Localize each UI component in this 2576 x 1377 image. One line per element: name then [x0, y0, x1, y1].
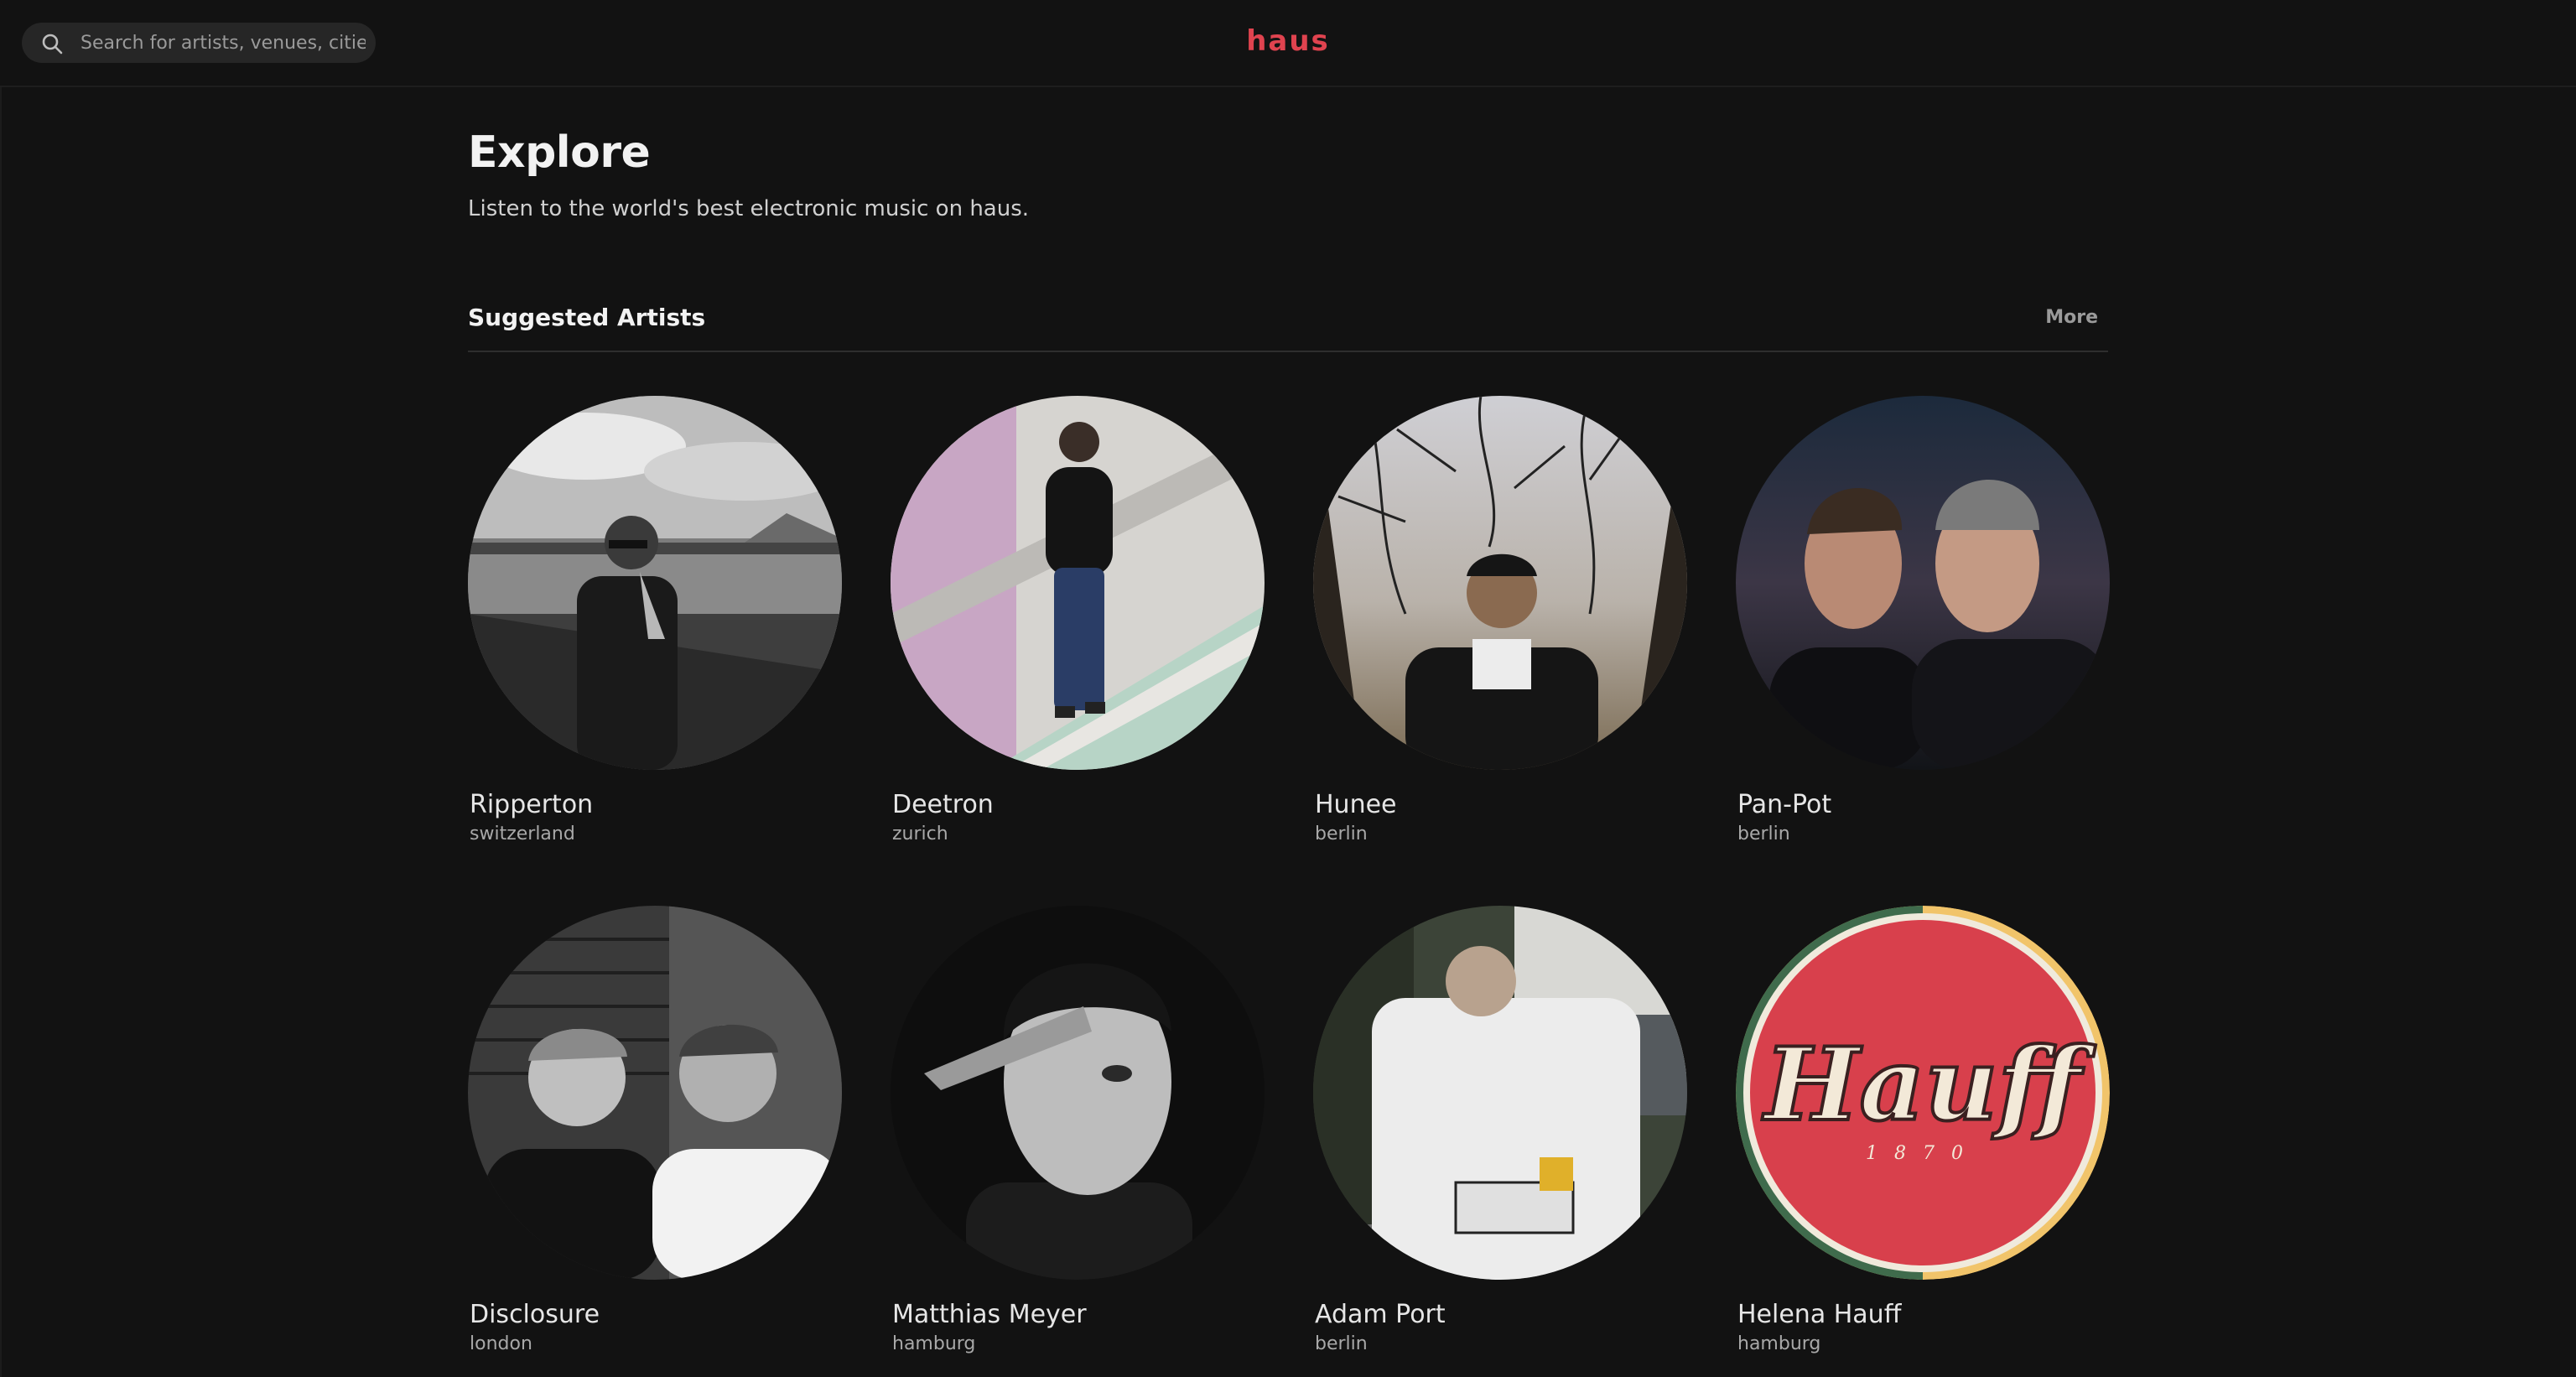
- artist-photo[interactable]: [1736, 396, 2110, 770]
- more-link[interactable]: More: [2045, 307, 2098, 328]
- artist-photo[interactable]: [891, 906, 1265, 1280]
- hauff-logo-text: Hauff: [1762, 1026, 2096, 1144]
- artist-photo-image: [468, 396, 842, 770]
- artist-city: hamburg: [892, 1333, 976, 1354]
- artist-photo-image: [468, 906, 842, 1280]
- artist-photo-image: [1313, 906, 1687, 1280]
- top-bar: haus: [0, 0, 2576, 87]
- page-subtitle: Listen to the world's best electronic mu…: [468, 196, 1030, 221]
- artist-city: london: [470, 1333, 532, 1354]
- artist-city: zurich: [892, 824, 948, 844]
- artist-name: Adam Port: [1315, 1300, 1446, 1329]
- page-title: Explore: [468, 127, 651, 178]
- artist-name: Helena Hauff: [1737, 1300, 1902, 1329]
- artist-name: Pan-Pot: [1737, 790, 1832, 819]
- hauff-logo-image: Hauff 1870: [1736, 906, 2110, 1280]
- artist-name: Hunee: [1315, 790, 1397, 819]
- artist-name: Matthias Meyer: [892, 1300, 1087, 1329]
- artist-photo-image: [1736, 396, 2110, 770]
- artist-city: switzerland: [470, 824, 575, 844]
- artist-city: berlin: [1737, 824, 1790, 844]
- section-header: Suggested Artists More: [468, 299, 2108, 352]
- search-bar[interactable]: [22, 23, 376, 63]
- artist-name: Disclosure: [470, 1300, 600, 1329]
- artist-card[interactable]: Matthias Meyer hamburg: [891, 906, 1265, 1375]
- artist-photo-image: [1313, 396, 1687, 770]
- artist-photo[interactable]: Hauff 1870: [1736, 906, 2110, 1280]
- search-input[interactable]: [80, 23, 366, 63]
- artist-photo[interactable]: [468, 906, 842, 1280]
- artist-photo-image: [891, 396, 1265, 770]
- artist-name: Ripperton: [470, 790, 594, 819]
- artist-card[interactable]: Hunee berlin: [1313, 396, 1687, 865]
- artist-card[interactable]: Ripperton switzerland: [468, 396, 842, 865]
- artist-card[interactable]: Pan-Pot berlin: [1736, 396, 2110, 865]
- artist-card[interactable]: Disclosure london: [468, 906, 842, 1375]
- artist-card[interactable]: Adam Port berlin: [1313, 906, 1687, 1375]
- artist-city: hamburg: [1737, 1333, 1821, 1354]
- logo-text: haus: [1246, 25, 1330, 58]
- artist-card[interactable]: Deetron zurich: [891, 396, 1265, 865]
- section-title: Suggested Artists: [468, 304, 706, 331]
- artist-photo-image: [891, 906, 1265, 1280]
- search-icon: [42, 34, 63, 55]
- sidebar-divider: [0, 87, 2, 1377]
- haus-logo[interactable]: haus: [1246, 25, 1330, 59]
- artist-photo[interactable]: [891, 396, 1265, 770]
- artist-card[interactable]: Hauff 1870 Helena Hauff hamburg: [1736, 906, 2110, 1375]
- artist-photo[interactable]: [468, 396, 842, 770]
- artist-city: berlin: [1315, 1333, 1368, 1354]
- artist-photo[interactable]: [1313, 906, 1687, 1280]
- artist-city: berlin: [1315, 824, 1368, 844]
- artist-photo[interactable]: [1313, 396, 1687, 770]
- hauff-logo-year: 1870: [1866, 1143, 1980, 1164]
- artist-name: Deetron: [892, 790, 994, 819]
